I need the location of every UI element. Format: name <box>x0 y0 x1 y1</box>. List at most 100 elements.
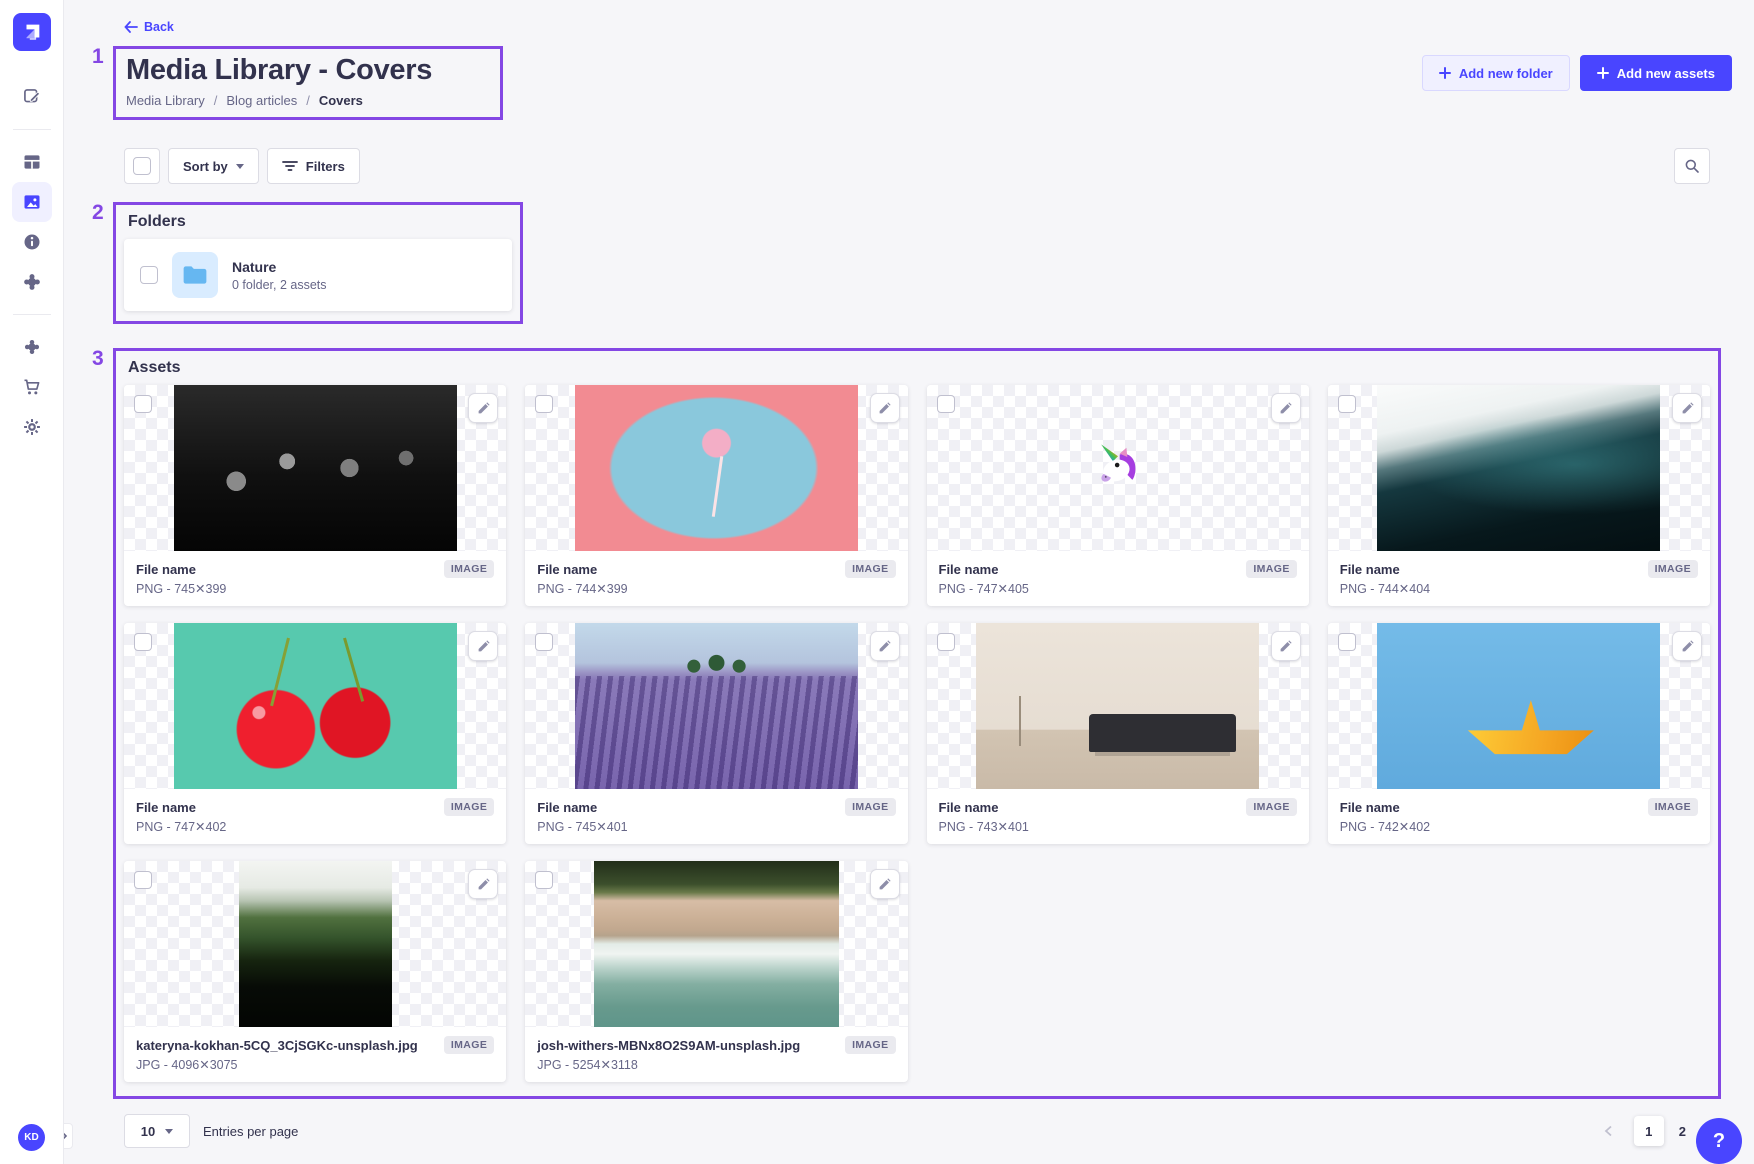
asset-checkbox[interactable] <box>535 871 553 889</box>
unicorn-image <box>1091 441 1145 495</box>
add-new-assets-button[interactable]: Add new assets <box>1580 55 1732 91</box>
asset-card[interactable]: File name IMAGE PNG - 743✕401 <box>927 623 1309 844</box>
page-1-button[interactable]: 1 <box>1634 1116 1664 1146</box>
back-link[interactable]: Back <box>124 20 174 34</box>
asset-meta: PNG - 745✕401 <box>537 819 895 834</box>
breadcrumb-covers: Covers <box>319 93 363 108</box>
sidebar-item-marketplace[interactable] <box>12 327 52 367</box>
asset-checkbox[interactable] <box>1338 633 1356 651</box>
edit-asset-button[interactable] <box>1271 631 1301 661</box>
puzzle-icon <box>22 272 42 292</box>
filters-button[interactable]: Filters <box>267 148 360 184</box>
folder-name: Nature <box>232 259 327 275</box>
asset-meta: PNG - 747✕402 <box>136 819 494 834</box>
sidebar-item-documentation[interactable] <box>12 222 52 262</box>
asset-checkbox[interactable] <box>937 395 955 413</box>
sidebar-item-content-type-builder[interactable] <box>12 142 52 182</box>
pencil-icon <box>878 640 891 653</box>
asset-card[interactable]: kateryna-kokhan-5CQ_3CjSGKc-unsplash.jpg… <box>124 861 506 1082</box>
filters-label: Filters <box>306 159 345 174</box>
asset-checkbox[interactable] <box>134 395 152 413</box>
asset-meta: JPG - 4096✕3075 <box>136 1057 494 1072</box>
breadcrumb-separator: / <box>214 93 218 108</box>
asset-type-badge: IMAGE <box>1648 560 1698 578</box>
content-writer-icon <box>22 87 42 107</box>
asset-checkbox[interactable] <box>535 395 553 413</box>
asset-card[interactable]: File name IMAGE PNG - 742✕402 <box>1328 623 1710 844</box>
toolbar: Sort by Filters <box>124 148 1710 184</box>
plus-icon <box>1439 67 1451 79</box>
filter-icon <box>282 159 298 173</box>
user-avatar[interactable]: KD <box>18 1124 45 1151</box>
edit-asset-button[interactable] <box>468 631 498 661</box>
edit-asset-button[interactable] <box>870 393 900 423</box>
assets-grid: File name IMAGE PNG - 745✕399 <box>124 385 1710 1082</box>
asset-meta: PNG - 745✕399 <box>136 581 494 596</box>
asset-card[interactable]: josh-withers-MBNx8O2S9AM-unsplash.jpg IM… <box>525 861 907 1082</box>
asset-checkbox[interactable] <box>1338 395 1356 413</box>
asset-name: File name <box>136 562 196 577</box>
asset-name: File name <box>537 562 597 577</box>
asset-type-badge: IMAGE <box>1246 560 1296 578</box>
add-new-folder-button[interactable]: Add new folder <box>1422 55 1570 91</box>
asset-meta: PNG - 747✕405 <box>939 581 1297 596</box>
breadcrumb-media-library[interactable]: Media Library <box>126 93 205 108</box>
folder-icon <box>182 264 208 286</box>
asset-name: josh-withers-MBNx8O2S9AM-unsplash.jpg <box>537 1038 800 1053</box>
asset-card[interactable]: File name IMAGE PNG - 744✕404 <box>1328 385 1710 606</box>
select-all-checkbox[interactable] <box>133 157 151 175</box>
edit-asset-button[interactable] <box>870 869 900 899</box>
asset-type-badge: IMAGE <box>444 1036 494 1054</box>
chevron-down-icon <box>165 1129 173 1134</box>
media-library-icon <box>22 192 42 212</box>
main-content: Back 1 Media Library - Covers Media Libr… <box>64 0 1754 1164</box>
forest-lake-photo <box>239 861 392 1027</box>
breadcrumb-blog-articles[interactable]: Blog articles <box>226 93 297 108</box>
asset-card[interactable]: File name IMAGE PNG - 747✕405 <box>927 385 1309 606</box>
asset-type-badge: IMAGE <box>1648 798 1698 816</box>
asset-name: File name <box>1340 562 1400 577</box>
sidebar-item-settings[interactable] <box>12 407 52 447</box>
asset-thumbnail-beach <box>525 861 907 1027</box>
search-button[interactable] <box>1674 148 1710 184</box>
edit-asset-button[interactable] <box>468 869 498 899</box>
add-new-folder-label: Add new folder <box>1459 66 1553 81</box>
arrow-left-icon <box>124 21 138 33</box>
asset-name: File name <box>1340 800 1400 815</box>
asset-checkbox[interactable] <box>535 633 553 651</box>
edit-asset-button[interactable] <box>468 393 498 423</box>
page-2-button[interactable]: 2 <box>1679 1124 1686 1139</box>
sidebar-item-media-library[interactable] <box>12 182 52 222</box>
pencil-icon <box>477 878 490 891</box>
sidebar-divider <box>13 129 51 130</box>
entries-per-page-select[interactable]: 10 <box>124 1114 190 1148</box>
strapi-logo[interactable] <box>13 13 51 51</box>
asset-card[interactable]: File name IMAGE PNG - 747✕402 <box>124 623 506 844</box>
sidebar-item-purchase[interactable] <box>12 367 52 407</box>
edit-asset-button[interactable] <box>870 631 900 661</box>
help-button[interactable]: ? <box>1696 1118 1742 1164</box>
annotation-number-1: 1 <box>92 45 104 69</box>
asset-card[interactable]: File name IMAGE PNG - 744✕399 <box>525 385 907 606</box>
sidebar-item-content-manager[interactable] <box>12 77 52 117</box>
asset-thumbnail-forest <box>124 861 506 1027</box>
layout-icon <box>22 152 42 172</box>
gear-icon <box>22 417 42 437</box>
asset-checkbox[interactable] <box>134 633 152 651</box>
edit-asset-button[interactable] <box>1672 631 1702 661</box>
previous-page-button[interactable] <box>1599 1121 1619 1141</box>
edit-asset-button[interactable] <box>1271 393 1301 423</box>
folder-checkbox[interactable] <box>140 266 158 284</box>
edit-asset-button[interactable] <box>1672 393 1702 423</box>
sidebar-item-plugins[interactable] <box>12 262 52 302</box>
living-room-photo <box>976 623 1259 789</box>
page-title: Media Library - Covers <box>126 54 490 87</box>
iceberg-photo <box>1377 385 1660 551</box>
asset-card[interactable]: File name IMAGE PNG - 745✕399 <box>124 385 506 606</box>
asset-card[interactable]: File name IMAGE PNG - 745✕401 <box>525 623 907 844</box>
asset-checkbox[interactable] <box>134 871 152 889</box>
asset-name: kateryna-kokhan-5CQ_3CjSGKc-unsplash.jpg <box>136 1038 418 1053</box>
sort-by-dropdown[interactable]: Sort by <box>168 148 259 184</box>
folder-card-nature[interactable]: Nature 0 folder, 2 assets <box>124 239 512 311</box>
asset-checkbox[interactable] <box>937 633 955 651</box>
